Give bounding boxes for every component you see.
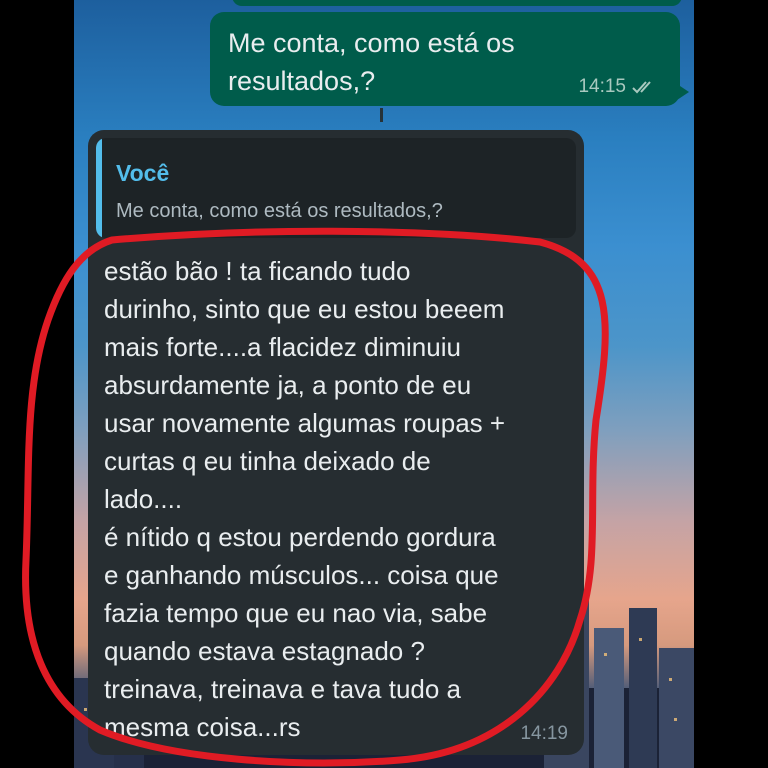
message-line: absurdamente ja, a ponto de eu [104,370,472,400]
message-line: usar novamente algumas roupas + [104,408,506,438]
incoming-message-text: estão bão ! ta ficando tudo durinho, sin… [104,252,574,746]
bubble-tail [677,84,689,100]
message-time: 14:19 [520,723,568,744]
message-line: fazia tempo que eu nao via, sabe [104,598,488,628]
outgoing-message-bubble[interactable]: Me conta, como está os resultados,? 14:1… [210,12,689,106]
message-line: mais forte....a flacidez diminuiu [104,332,461,362]
message-line: resultados,? [228,66,376,96]
message-line: estão bão ! ta ficando tudo [104,256,411,286]
outgoing-message-meta: 14:15 [578,76,658,98]
quoted-message[interactable]: Você Me conta, como está os resultados,? [96,138,576,238]
quote-author: Você [116,160,170,186]
message-line: durinho, sinto que eu estou beeem [104,294,505,324]
message-line: Me conta, como está os [228,28,515,58]
chat-area: Me conta, como está os resultados,? 14:1… [74,0,694,768]
message-line: é nítido q estou perdendo gordura [104,522,496,552]
message-time: 14:15 [578,76,626,97]
message-line: mesma coisa...rs [104,712,301,742]
double-check-icon [632,81,651,94]
message-line: e ganhando músculos... coisa que [104,560,499,590]
message-line: treinava, treinava e tava tudo a [104,674,462,704]
message-line: curtas q eu tinha deixado de [104,446,431,476]
incoming-message-bubble[interactable]: Você Me conta, como está os resultados,?… [88,130,584,755]
quote-accent-bar [96,138,102,238]
quote-text: Me conta, como está os resultados,? [116,200,443,222]
outgoing-message-text: Me conta, como está os resultados,? [228,24,608,100]
message-line: lado.... [104,484,183,514]
previous-message-fragment [232,0,682,6]
message-line: quando estava estagnado ? [104,636,425,666]
scroll-marker [380,108,383,122]
